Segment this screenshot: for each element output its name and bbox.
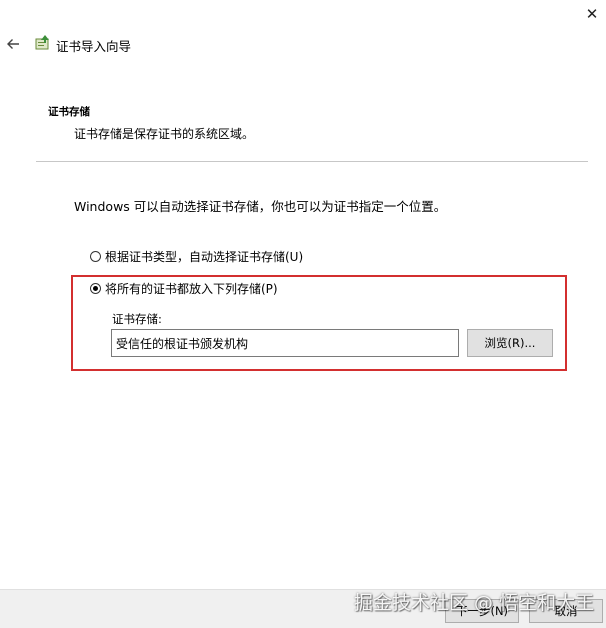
section-title: 证书存储: [48, 106, 90, 118]
close-icon: ✕: [585, 5, 599, 23]
intro-text: Windows 可以自动选择证书存储，你也可以为证书指定一个位置。: [74, 199, 447, 214]
back-button[interactable]: [4, 34, 24, 54]
certificate-store-field[interactable]: 受信任的根证书颁发机构: [111, 329, 459, 357]
close-button[interactable]: ✕: [578, 0, 606, 28]
auto-select-store-label: 根据证书类型，自动选择证书存储(U): [105, 250, 304, 264]
radio-auto-select[interactable]: [90, 251, 101, 262]
arrow-left-icon: [7, 39, 19, 49]
watermark-text: 掘金技术社区 @ 悟空和大王: [354, 592, 595, 614]
radio-place-all[interactable]: [90, 283, 101, 294]
browse-button[interactable]: 浏览(R)...: [467, 329, 553, 357]
certificate-wizard-icon: [34, 34, 52, 52]
certificate-store-label: 证书存储:: [112, 312, 162, 326]
section-description: 证书存储是保存证书的系统区域。: [74, 127, 255, 141]
auto-select-store-option[interactable]: 根据证书类型，自动选择证书存储(U): [90, 248, 303, 265]
wizard-title: 证书导入向导: [56, 39, 132, 54]
header-divider: [36, 161, 588, 162]
place-all-in-store-option[interactable]: 将所有的证书都放入下列存储(P): [90, 280, 278, 297]
place-all-in-store-label: 将所有的证书都放入下列存储(P): [105, 282, 278, 296]
